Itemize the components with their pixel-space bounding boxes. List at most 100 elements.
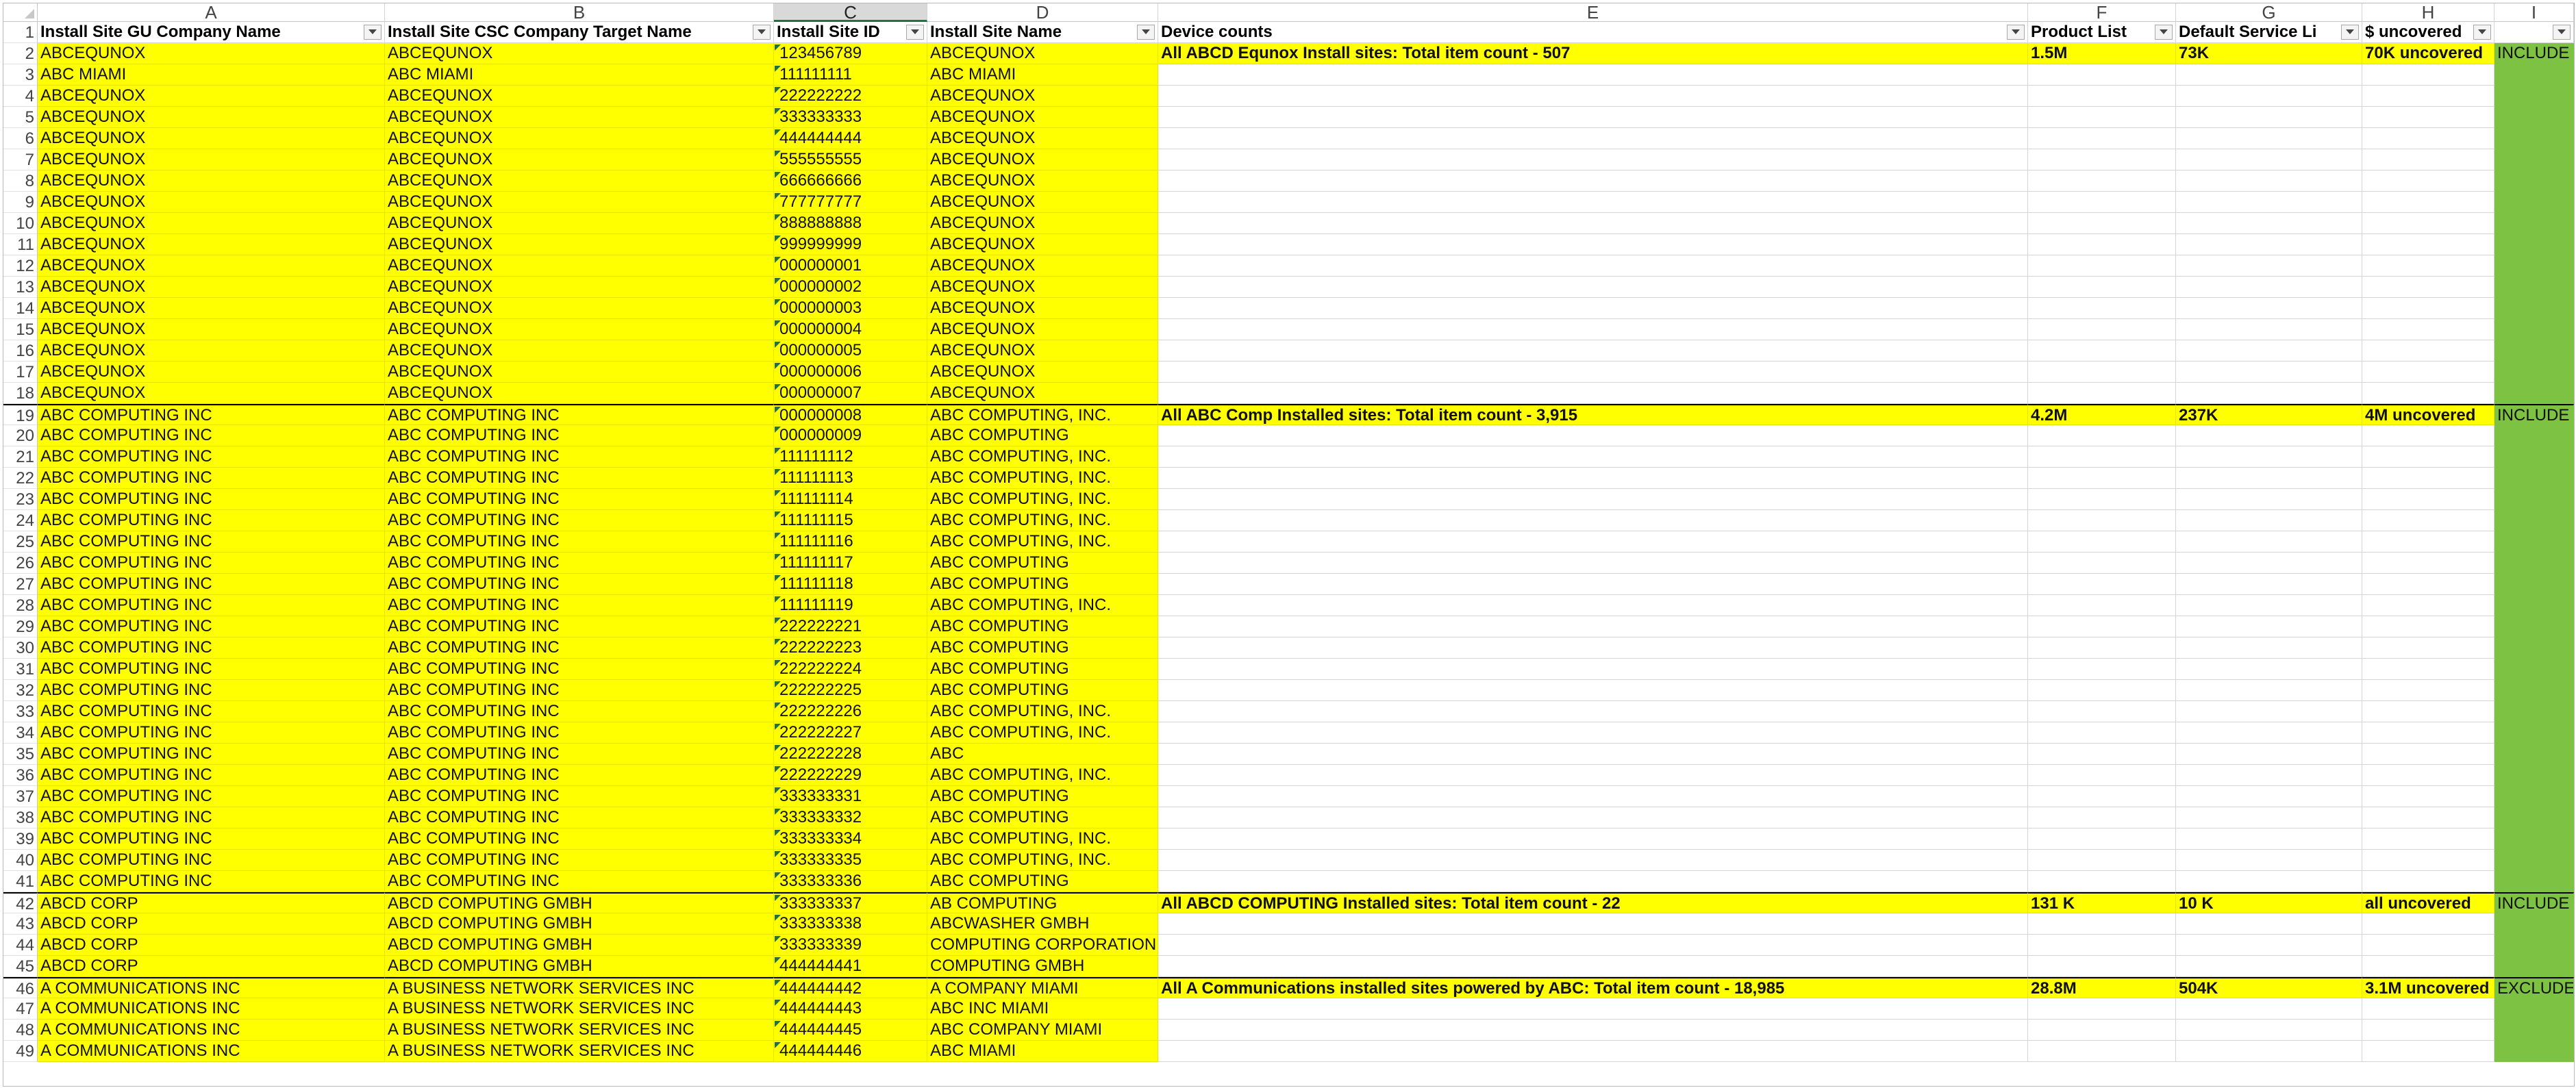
cell-b42[interactable]: ABCD COMPUTING GMBH <box>385 892 774 913</box>
cell-d6[interactable]: ABCEQUNOX <box>927 128 1158 149</box>
cell-h32[interactable] <box>2362 680 2494 701</box>
cell-i27[interactable] <box>2494 574 2574 595</box>
cell-i35[interactable] <box>2494 744 2574 765</box>
cell-g45[interactable] <box>2176 956 2362 977</box>
cell-a15[interactable]: ABCEQUNOX <box>38 319 385 340</box>
cell-b30[interactable]: ABC COMPUTING INC <box>385 637 774 659</box>
cell-g16[interactable] <box>2176 340 2362 362</box>
cell-h49[interactable] <box>2362 1041 2494 1062</box>
cell-g17[interactable] <box>2176 362 2362 383</box>
column-header-f[interactable]: F <box>2028 3 2176 22</box>
cell-c25[interactable]: 111111116 <box>774 531 927 553</box>
cell-h45[interactable] <box>2362 956 2494 977</box>
cell-c2[interactable]: 123456789 <box>774 43 927 64</box>
cell-i32[interactable] <box>2494 680 2574 701</box>
cell-g4[interactable] <box>2176 86 2362 107</box>
cell-h16[interactable] <box>2362 340 2494 362</box>
cell-f7[interactable] <box>2028 149 2176 170</box>
cell-e28[interactable] <box>1158 595 2028 616</box>
cell-f39[interactable] <box>2028 828 2176 850</box>
cell-f36[interactable] <box>2028 765 2176 786</box>
header-cell-g[interactable]: Default Service Li <box>2176 22 2362 43</box>
cell-g10[interactable] <box>2176 213 2362 234</box>
cell-e12[interactable] <box>1158 255 2028 277</box>
cell-d11[interactable]: ABCEQUNOX <box>927 234 1158 255</box>
cell-e29[interactable] <box>1158 616 2028 637</box>
row-number[interactable]: 37 <box>3 786 38 807</box>
cell-f32[interactable] <box>2028 680 2176 701</box>
row-number[interactable]: 31 <box>3 659 38 680</box>
cell-c30[interactable]: 222222223 <box>774 637 927 659</box>
cell-a23[interactable]: ABC COMPUTING INC <box>38 489 385 510</box>
row-number[interactable]: 44 <box>3 935 38 956</box>
filter-dropdown-button[interactable] <box>906 25 924 40</box>
cell-e15[interactable] <box>1158 319 2028 340</box>
cell-e37[interactable] <box>1158 786 2028 807</box>
cell-c48[interactable]: 444444445 <box>774 1020 927 1041</box>
cell-e40[interactable] <box>1158 850 2028 871</box>
cell-e14[interactable] <box>1158 298 2028 319</box>
cell-g12[interactable] <box>2176 255 2362 277</box>
cell-h30[interactable] <box>2362 637 2494 659</box>
cell-f9[interactable] <box>2028 192 2176 213</box>
cell-a45[interactable]: ABCD CORP <box>38 956 385 977</box>
cell-e46[interactable]: All A Communications installed sites pow… <box>1158 977 2028 998</box>
cell-e3[interactable] <box>1158 64 2028 86</box>
cell-e47[interactable] <box>1158 998 2028 1020</box>
cell-a48[interactable]: A COMMUNICATIONS INC <box>38 1020 385 1041</box>
cell-c22[interactable]: 111111113 <box>774 468 927 489</box>
cell-c36[interactable]: 222222229 <box>774 765 927 786</box>
row-number[interactable]: 7 <box>3 149 38 170</box>
cell-c11[interactable]: 999999999 <box>774 234 927 255</box>
cell-c13[interactable]: 000000002 <box>774 277 927 298</box>
cell-c8[interactable]: 666666666 <box>774 170 927 192</box>
cell-g14[interactable] <box>2176 298 2362 319</box>
cell-h31[interactable] <box>2362 659 2494 680</box>
cell-e4[interactable] <box>1158 86 2028 107</box>
cell-b6[interactable]: ABCEQUNOX <box>385 128 774 149</box>
cell-h24[interactable] <box>2362 510 2494 531</box>
cell-a31[interactable]: ABC COMPUTING INC <box>38 659 385 680</box>
filter-dropdown-button[interactable] <box>364 25 382 40</box>
cell-g26[interactable] <box>2176 553 2362 574</box>
cell-b36[interactable]: ABC COMPUTING INC <box>385 765 774 786</box>
cell-a11[interactable]: ABCEQUNOX <box>38 234 385 255</box>
cell-d18[interactable]: ABCEQUNOX <box>927 383 1158 404</box>
cell-i23[interactable] <box>2494 489 2574 510</box>
cell-b18[interactable]: ABCEQUNOX <box>385 383 774 404</box>
cell-g29[interactable] <box>2176 616 2362 637</box>
cell-c10[interactable]: 888888888 <box>774 213 927 234</box>
cell-c37[interactable]: 333333331 <box>774 786 927 807</box>
cell-i44[interactable] <box>2494 935 2574 956</box>
cell-f3[interactable] <box>2028 64 2176 86</box>
cell-g23[interactable] <box>2176 489 2362 510</box>
cell-b43[interactable]: ABCD COMPUTING GMBH <box>385 913 774 935</box>
cell-b39[interactable]: ABC COMPUTING INC <box>385 828 774 850</box>
row-number[interactable]: 14 <box>3 298 38 319</box>
cell-f31[interactable] <box>2028 659 2176 680</box>
cell-a9[interactable]: ABCEQUNOX <box>38 192 385 213</box>
cell-d7[interactable]: ABCEQUNOX <box>927 149 1158 170</box>
cell-g47[interactable] <box>2176 998 2362 1020</box>
row-number[interactable]: 10 <box>3 213 38 234</box>
header-cell-c[interactable]: Install Site ID <box>774 22 927 43</box>
cell-i37[interactable] <box>2494 786 2574 807</box>
cell-f49[interactable] <box>2028 1041 2176 1062</box>
cell-d5[interactable]: ABCEQUNOX <box>927 107 1158 128</box>
cell-e31[interactable] <box>1158 659 2028 680</box>
cell-f45[interactable] <box>2028 956 2176 977</box>
cell-d45[interactable]: COMPUTING GMBH <box>927 956 1158 977</box>
cell-h13[interactable] <box>2362 277 2494 298</box>
cell-i43[interactable] <box>2494 913 2574 935</box>
cell-d25[interactable]: ABC COMPUTING, INC. <box>927 531 1158 553</box>
cell-c5[interactable]: 333333333 <box>774 107 927 128</box>
cell-e7[interactable] <box>1158 149 2028 170</box>
cell-g5[interactable] <box>2176 107 2362 128</box>
cell-f34[interactable] <box>2028 722 2176 744</box>
cell-c16[interactable]: 000000005 <box>774 340 927 362</box>
cell-d39[interactable]: ABC COMPUTING, INC. <box>927 828 1158 850</box>
cell-d29[interactable]: ABC COMPUTING <box>927 616 1158 637</box>
cell-h9[interactable] <box>2362 192 2494 213</box>
row-number[interactable]: 13 <box>3 277 38 298</box>
cell-h27[interactable] <box>2362 574 2494 595</box>
